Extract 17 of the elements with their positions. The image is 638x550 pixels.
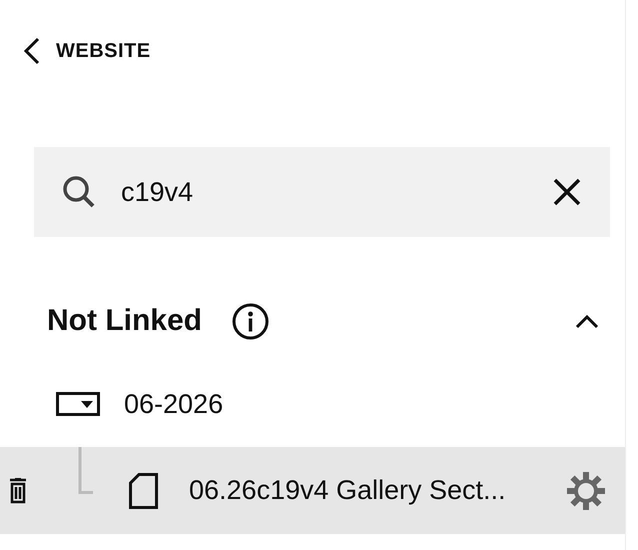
page-name[interactable]: 06.26c19v4 Gallery Sect... (189, 475, 506, 506)
folder-name[interactable]: 06-2026 (124, 388, 224, 420)
page-icon (129, 472, 158, 508)
search-input[interactable]: c19v4 (121, 176, 552, 208)
info-icon[interactable] (232, 302, 269, 340)
search-icon (62, 175, 96, 209)
search-field[interactable]: c19v4 (34, 147, 610, 237)
tree-row-highlight[interactable]: 06.26c19v4 Gallery Sect... (0, 447, 625, 534)
folder-icon[interactable] (56, 392, 100, 416)
chevron-up-icon[interactable] (575, 313, 599, 329)
trash-icon[interactable] (8, 478, 28, 504)
back-icon[interactable] (22, 37, 42, 65)
back-link[interactable]: WEBSITE (22, 37, 151, 65)
close-icon[interactable] (552, 177, 582, 207)
tree-connector (78, 447, 94, 494)
settings-icon[interactable] (566, 470, 606, 510)
section-title: Not Linked (47, 304, 202, 338)
